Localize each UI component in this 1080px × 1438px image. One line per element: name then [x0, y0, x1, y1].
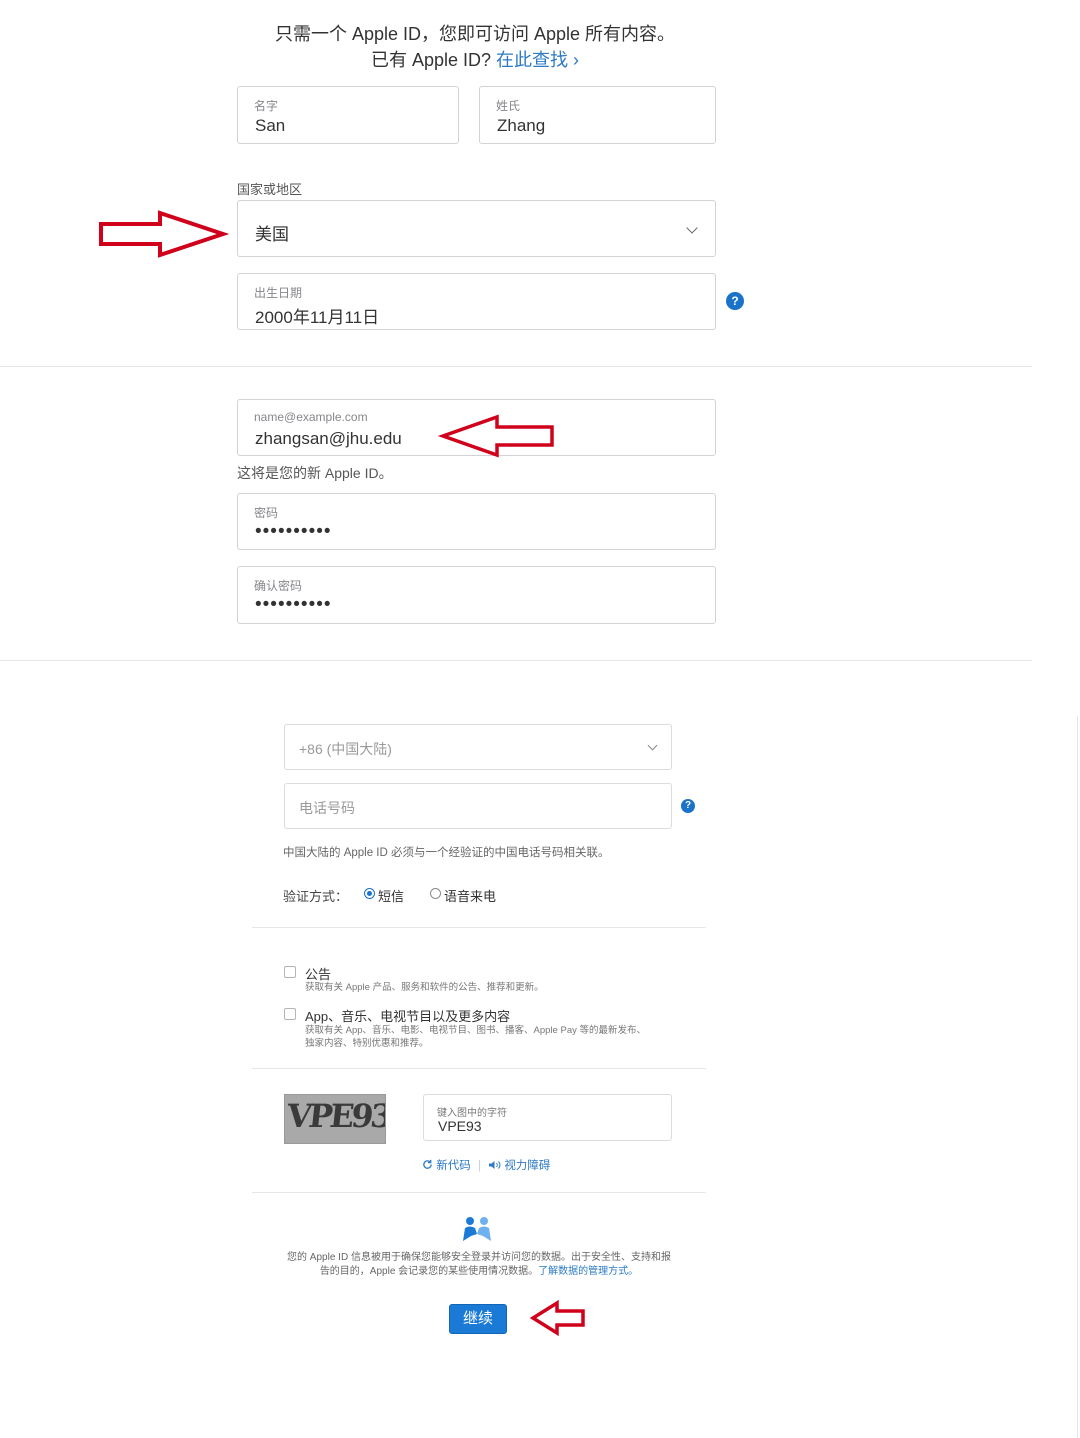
voice-call-label: 语音来电: [444, 889, 497, 904]
last-name-field[interactable]: 姓氏 Zhang: [479, 86, 716, 144]
confirm-password-value: ••••••••••: [255, 594, 332, 615]
email-label: name@example.com: [254, 410, 368, 424]
action-separator: |: [477, 1160, 481, 1172]
vision-impaired-link[interactable]: 视力障碍: [488, 1160, 550, 1172]
annotation-arrow-left-icon: [437, 414, 554, 458]
country-select[interactable]: 美国: [237, 200, 716, 257]
section-divider: [0, 366, 1032, 367]
help-icon[interactable]: ?: [681, 799, 695, 813]
last-name-label: 姓氏: [496, 99, 521, 113]
annotation-arrow-left-icon: [529, 1299, 585, 1337]
section-divider: [252, 1068, 706, 1069]
sms-radio[interactable]: [364, 888, 375, 899]
captcha-image-text: VPE93: [285, 1097, 386, 1135]
help-icon[interactable]: ?: [726, 292, 744, 310]
page-edge-line: [1077, 716, 1078, 1438]
verify-method-label: 验证方式：: [283, 889, 349, 904]
data-management-link[interactable]: 了解数据的管理方式。: [538, 1266, 638, 1277]
privacy-handshake-icon: [463, 1217, 491, 1241]
last-name-value: Zhang: [497, 116, 546, 135]
phone-country-value: +86 (中国大陆): [299, 741, 392, 757]
password-label: 密码: [254, 506, 279, 520]
intro-line-1: 只需一个 Apple ID，您即可访问 Apple 所有内容。: [274, 24, 676, 44]
phone-number-placeholder: 电话号码: [299, 800, 355, 816]
privacy-line-1: 您的 Apple ID 信息被用于确保您能够安全登录并访问您的数据。出于安全性、…: [287, 1252, 671, 1263]
privacy-line-2: 告的目的，Apple 会记录您的某些使用情况数据。了解数据的管理方式。: [260, 1265, 698, 1279]
password-value: ••••••••••: [255, 521, 332, 542]
captcha-image: VPE93: [284, 1094, 386, 1144]
voice-call-radio[interactable]: [430, 888, 441, 899]
announcements-checkbox[interactable]: [284, 966, 296, 978]
phone-notice: 中国大陆的 Apple ID 必须与一个经验证的中国电话号码相关联。: [283, 847, 610, 859]
first-name-value: San: [255, 116, 286, 135]
apps-music-desc-2: 独家内容、特别优惠和推荐。: [305, 1038, 429, 1049]
continue-button[interactable]: 继续: [449, 1304, 507, 1334]
first-name-label: 名字: [254, 99, 279, 113]
new-code-label: 新代码: [436, 1160, 471, 1172]
announcements-desc: 获取有关 Apple 产品、服务和软件的公告、推荐和更新。: [305, 982, 544, 993]
chevron-down-icon: [686, 222, 698, 234]
section-divider: [252, 1192, 706, 1193]
birthday-field[interactable]: 出生日期 2000年11月11日: [237, 273, 716, 330]
find-apple-id-link[interactable]: 在此查找 ›: [496, 50, 579, 70]
intro-prefix: 已有 Apple ID?: [370, 50, 492, 70]
confirm-password-label: 确认密码: [254, 579, 303, 593]
vision-impaired-label: 视力障碍: [504, 1160, 551, 1172]
apps-music-title: App、音乐、电视节目以及更多内容: [305, 1009, 511, 1024]
sms-label: 短信: [378, 889, 405, 904]
annotation-arrow-right-icon: [99, 210, 230, 258]
section-divider: [252, 927, 706, 928]
speaker-icon: [489, 1161, 501, 1169]
captcha-value: VPE93: [438, 1118, 482, 1134]
birthday-label: 出生日期: [254, 286, 303, 300]
email-value: zhangsan@jhu.edu: [255, 429, 402, 448]
captcha-input[interactable]: 键入图中的字符 VPE93: [423, 1094, 672, 1141]
email-helper: 这将是您的新 Apple ID。: [237, 465, 393, 481]
section-divider: [0, 660, 1032, 661]
new-code-link[interactable]: 新代码: [422, 1159, 474, 1172]
country-value: 美国: [255, 225, 289, 244]
captcha-actions: 新代码 | 视力障碍: [422, 1157, 550, 1173]
privacy-line-2-text: 告的目的，Apple 会记录您的某些使用情况数据。: [319, 1266, 539, 1277]
apps-music-checkbox[interactable]: [284, 1008, 296, 1020]
apps-music-desc-1: 获取有关 App、音乐、电影、电视节目、图书、播客、Apple Pay 等的最新…: [305, 1025, 646, 1036]
intro-line-2: 已有 Apple ID? 在此查找 ›: [0, 46, 950, 72]
privacy-notice: 您的 Apple ID 信息被用于确保您能够安全登录并访问您的数据。出于安全性、…: [260, 1251, 698, 1279]
country-label: 国家或地区: [237, 182, 303, 197]
password-field[interactable]: 密码 ••••••••••: [237, 493, 716, 550]
phone-country-select[interactable]: +86 (中国大陆): [284, 724, 672, 770]
birthday-value: 2000年11月11日: [255, 308, 380, 327]
refresh-icon: [423, 1159, 432, 1169]
confirm-password-field[interactable]: 确认密码 ••••••••••: [237, 566, 716, 624]
phone-number-input[interactable]: 电话号码: [284, 783, 672, 829]
first-name-field[interactable]: 名字 San: [237, 86, 459, 144]
chevron-down-icon: [647, 740, 658, 751]
captcha-label: 键入图中的字符: [437, 1108, 507, 1119]
